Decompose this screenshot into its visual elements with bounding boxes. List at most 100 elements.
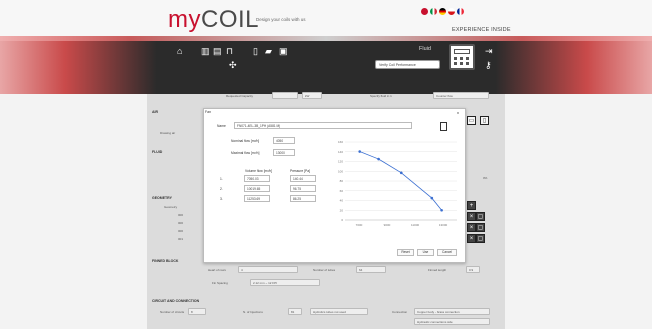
key-icon[interactable]: ⚷ <box>485 61 492 70</box>
calculator-icon[interactable] <box>449 44 475 70</box>
folder-icon[interactable]: ▰ <box>265 47 272 56</box>
use-button[interactable]: Use <box>417 249 434 256</box>
circuits-select[interactable]: 8 <box>188 308 206 315</box>
section-air: AIR <box>152 110 159 114</box>
y-tick-label: 140 <box>338 150 343 154</box>
capacity-unit-select[interactable]: kW <box>302 92 322 99</box>
data-point <box>430 196 434 200</box>
injections-label: N. of Injections <box>243 310 263 314</box>
table-header-pressure: Pressure [Pa] <box>290 169 310 173</box>
hydraulic-tubes-select[interactable]: Hydrolics tubes not used <box>310 308 368 315</box>
fluid-label: Fluid <box>419 46 431 52</box>
geometry-row: 000 <box>178 221 184 225</box>
y-tick-label: 120 <box>338 160 343 164</box>
finned-length-label: Finned length <box>428 268 447 272</box>
document-icon[interactable] <box>440 122 447 131</box>
delete-row-button[interactable]: × <box>467 212 476 221</box>
fan-curve-chart: 160 140 120 100 80 60 40 20 0 7000 9000 11000 13000 <box>338 140 457 227</box>
y-tick-label: 60 <box>340 189 344 193</box>
language-flags <box>421 8 464 15</box>
maximal-flow-input[interactable]: 13000 <box>273 149 295 156</box>
flow-cell[interactable]: 11253.69 <box>244 195 270 202</box>
row-index: 3. <box>220 197 223 201</box>
table-header-flow: Volume flow [m³/h] <box>245 169 273 173</box>
grid-icon[interactable]: ▥ <box>201 47 210 56</box>
edit-row-button[interactable]: ▢ <box>476 234 485 243</box>
pressure-cell[interactable]: 86.25 <box>290 195 316 202</box>
toolbar-strip <box>0 36 652 41</box>
data-point <box>399 171 403 175</box>
maximal-flow-label: Maximal flow [m³/h] <box>231 151 260 155</box>
x-tick-label: 13000 <box>439 223 448 227</box>
geometry-row: 000 <box>178 213 184 217</box>
flow-cell[interactable]: 10019.65 <box>244 185 270 192</box>
fan-icon[interactable]: ✣ <box>229 61 237 70</box>
y-tick-label: 160 <box>338 140 343 144</box>
section-fluid: FLUID <box>152 150 163 154</box>
edit-row-button[interactable]: ▢ <box>476 223 485 232</box>
flag-uk-icon[interactable] <box>421 8 428 15</box>
save-icon[interactable]: ▣ <box>279 47 288 56</box>
geometry-row: 000 <box>178 229 184 233</box>
x-tick-label: 7000 <box>356 223 363 227</box>
y-tick-label: 40 <box>340 199 344 203</box>
geometry-row: 001 <box>178 237 184 241</box>
file-icon[interactable]: ▯ <box>253 47 258 56</box>
paste-button[interactable]: ▯ <box>480 116 489 125</box>
reset-button[interactable]: Reset <box>397 249 414 256</box>
tagline: Design your coils with us <box>256 17 306 22</box>
connection-label: Connection <box>392 310 408 314</box>
connections-side-select[interactable]: Hydraulic connections side <box>414 318 490 325</box>
y-tick-label: 20 <box>340 208 344 212</box>
section-circuit: CIRCUIT AND CONNECTION <box>152 299 200 303</box>
finned-length-input[interactable]: 0.9 <box>466 266 480 273</box>
geometry-label: Geometry <box>164 205 178 209</box>
x-tick-label: 9000 <box>384 223 391 227</box>
connection-select[interactable]: Copper body - brass connection <box>414 308 490 315</box>
name-label: Name <box>217 124 226 128</box>
rows-label: Heart of rows <box>208 268 226 272</box>
fluid-select[interactable]: Verify Coil Performance <box>375 60 440 69</box>
list-icon[interactable]: ▤ <box>213 47 222 56</box>
flag-fr-icon[interactable] <box>457 8 464 15</box>
data-point <box>440 208 443 212</box>
delete-row-button[interactable]: × <box>467 234 476 243</box>
flag-it-icon[interactable] <box>430 8 437 15</box>
edit-row-button[interactable]: ▢ <box>476 212 485 221</box>
home-icon[interactable]: ⌂ <box>177 47 182 56</box>
y-tick-label: 0 <box>341 218 343 222</box>
row-index: 2. <box>220 187 223 191</box>
delete-row-button[interactable]: × <box>467 223 476 232</box>
nominal-flow-input[interactable]: 4050 <box>273 137 295 144</box>
tubes-label: Number of tubes <box>313 268 336 272</box>
bed-icon[interactable]: ⊓ <box>226 47 233 56</box>
add-row-button[interactable]: + <box>467 201 476 210</box>
fin-spacing-label: Fin Spacing <box>212 281 228 285</box>
fin-spacing-select[interactable]: 2.12 mm ~ 12 FPI <box>250 279 320 286</box>
data-point <box>377 157 380 161</box>
copy-button[interactable]: ▭ <box>467 116 476 125</box>
tubes-select[interactable]: 64 <box>356 266 386 273</box>
nominal-flow-label: Nominal flow [m³/h] <box>231 139 260 143</box>
percent-value: 0% <box>483 176 488 180</box>
logout-icon[interactable]: ⇥ <box>485 47 493 56</box>
fan-name-select[interactable]: FN071-4EL-3B_1PH (A581 M) <box>234 122 412 129</box>
flag-cz-icon[interactable] <box>448 8 455 15</box>
mycoil-page: myCOIL Design your coils with us EXPERIE… <box>0 0 652 329</box>
flag-de-icon[interactable] <box>439 8 446 15</box>
pressure-cell[interactable]: 140.44 <box>290 175 316 182</box>
injections-input[interactable]: 81 <box>288 308 302 315</box>
flow-direction-select[interactable]: Counter flow <box>433 92 489 99</box>
y-tick-label: 80 <box>340 179 344 183</box>
y-tick-label: 100 <box>338 169 343 173</box>
flow-cell[interactable]: 7050.03 <box>244 175 270 182</box>
rows-select[interactable]: 4 <box>238 266 298 273</box>
pressure-cell[interactable]: 96.75 <box>290 185 316 192</box>
close-icon[interactable]: x <box>457 110 459 115</box>
cancel-button[interactable]: Cancel <box>437 249 457 256</box>
required-capacity-input[interactable] <box>272 92 298 99</box>
row-index: 1. <box>220 177 223 181</box>
x-tick-label: 11000 <box>411 223 419 227</box>
specify-fluid-label: Specify fluid in 1 <box>370 94 392 98</box>
air-drawing-label: Drawing air <box>160 131 176 135</box>
